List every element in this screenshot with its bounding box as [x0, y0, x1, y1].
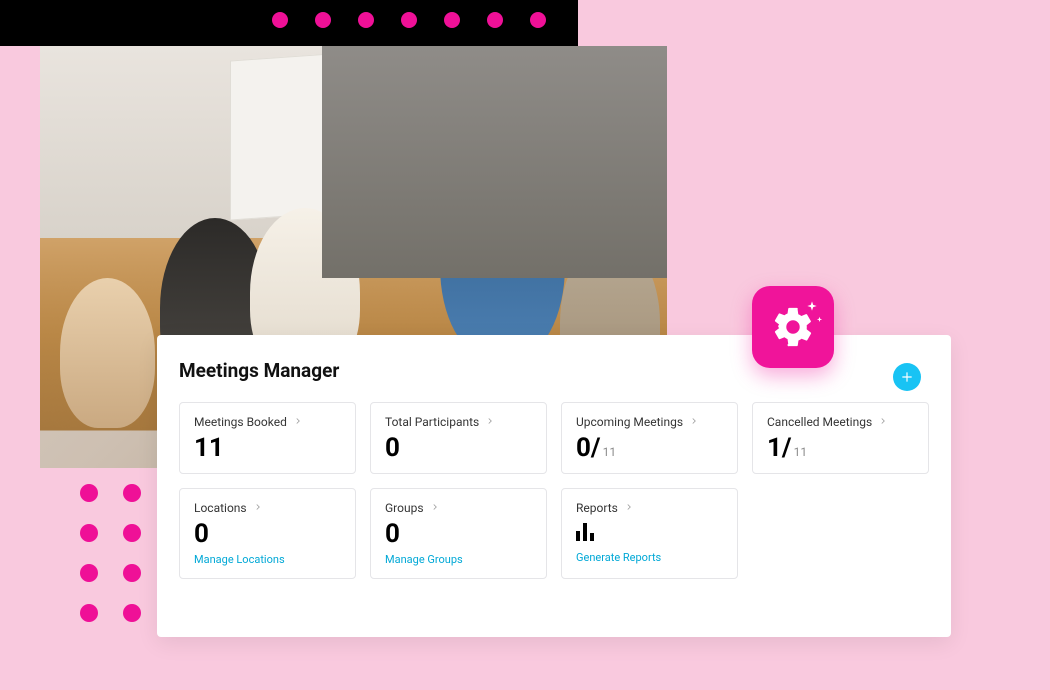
- sparkle-icon: [815, 316, 824, 325]
- sparkle-icon: [804, 300, 820, 316]
- tile-label: Upcoming Meetings: [576, 415, 683, 429]
- tile-reports[interactable]: Reports Generate Reports: [561, 488, 738, 579]
- meetings-manager-card: Meetings Manager Meetings Booked 11 Tota…: [157, 335, 951, 637]
- tile-value: 0: [194, 521, 341, 547]
- chevron-right-icon: [485, 415, 495, 429]
- tile-value: 1/11: [767, 435, 914, 461]
- manage-locations-link[interactable]: Manage Locations: [194, 553, 341, 566]
- settings-badge[interactable]: [752, 286, 834, 368]
- tile-label: Meetings Booked: [194, 415, 287, 429]
- generate-reports-link[interactable]: Generate Reports: [576, 551, 723, 564]
- tile-total-participants[interactable]: Total Participants 0: [370, 402, 547, 474]
- add-button[interactable]: [893, 363, 921, 391]
- decorative-top-dots: [272, 12, 546, 28]
- chevron-right-icon: [430, 501, 440, 515]
- tile-cancelled-meetings[interactable]: Cancelled Meetings 1/11: [752, 402, 929, 474]
- chevron-right-icon: [878, 415, 888, 429]
- tile-meetings-booked[interactable]: Meetings Booked 11: [179, 402, 356, 474]
- decorative-side-dots: [80, 484, 141, 622]
- tile-value: 0/11: [576, 435, 723, 461]
- tile-label: Locations: [194, 501, 247, 515]
- tile-locations[interactable]: Locations 0 Manage Locations: [179, 488, 356, 579]
- tile-label: Cancelled Meetings: [767, 415, 872, 429]
- tile-value: 0: [385, 521, 532, 547]
- manage-groups-link[interactable]: Manage Groups: [385, 553, 532, 566]
- tile-label: Groups: [385, 501, 424, 515]
- tile-label: Total Participants: [385, 415, 479, 429]
- chevron-right-icon: [689, 415, 699, 429]
- plus-icon: [900, 370, 914, 384]
- tile-groups[interactable]: Groups 0 Manage Groups: [370, 488, 547, 579]
- bar-chart-icon: [576, 523, 594, 541]
- chevron-right-icon: [624, 501, 634, 515]
- tile-value: 11: [194, 435, 341, 461]
- tile-label: Reports: [576, 501, 618, 515]
- chevron-right-icon: [253, 501, 263, 515]
- chevron-right-icon: [293, 415, 303, 429]
- tile-upcoming-meetings[interactable]: Upcoming Meetings 0/11: [561, 402, 738, 474]
- stats-grid: Meetings Booked 11 Total Participants 0 …: [179, 402, 929, 579]
- tile-value: 0: [385, 435, 532, 461]
